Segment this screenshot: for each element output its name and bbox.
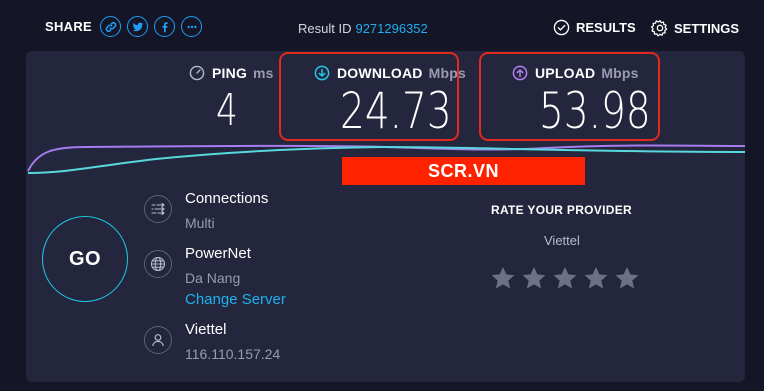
connections-mode[interactable]: Multi [185, 214, 268, 232]
twitter-icon[interactable] [127, 16, 149, 37]
server-name: PowerNet [185, 245, 251, 262]
download-highlight-box [279, 52, 459, 141]
ping-metric: PING ms 4 [189, 65, 274, 133]
isp-ip-address: 116.110.157.24 [185, 346, 281, 362]
link-icon[interactable] [100, 16, 122, 37]
upload-highlight-box [479, 52, 660, 141]
result-id-link[interactable]: 9271296352 [355, 21, 427, 36]
share-bar: SHARE [45, 16, 208, 37]
server-row: PowerNet Da Nang Change Server [144, 245, 286, 309]
ping-gauge-icon [189, 65, 205, 81]
ping-value: 4 [216, 85, 238, 136]
result-id-label: Result ID [298, 21, 352, 36]
settings-button[interactable]: SETTINGS [651, 19, 739, 37]
star-icon[interactable] [490, 265, 516, 291]
watermark-banner: SCR.VN [342, 157, 585, 185]
more-icon[interactable] [181, 16, 203, 37]
isp-name: Viettel [185, 321, 227, 338]
gear-icon [651, 19, 668, 37]
connections-row: Connections Multi [144, 190, 268, 232]
rate-provider-title: RATE YOUR PROVIDER [491, 203, 632, 217]
check-circle-icon [553, 19, 570, 36]
go-button[interactable]: GO [42, 216, 128, 302]
isp-row: Viettel 116.110.157.24 [144, 321, 280, 363]
ping-label: PING [212, 65, 248, 81]
server-location: Da Nang [185, 270, 241, 286]
facebook-icon[interactable] [154, 16, 176, 37]
user-icon [144, 326, 172, 354]
results-label: RESULTS [576, 20, 636, 35]
share-label: SHARE [45, 19, 93, 34]
rate-provider-name: Viettel [544, 233, 580, 248]
star-icon[interactable] [614, 265, 640, 291]
change-server-link[interactable]: Change Server [185, 291, 286, 309]
go-label: GO [68, 247, 102, 270]
star-rating [490, 265, 645, 291]
results-panel: PING ms 4 DOWNLOAD Mbps 24.73 UPLOAD Mbp… [26, 51, 745, 382]
connections-icon [144, 195, 172, 223]
ping-unit: ms [253, 65, 274, 81]
results-button[interactable]: RESULTS [553, 19, 636, 36]
connections-title: Connections [185, 190, 269, 207]
result-id: Result ID 9271296352 [298, 21, 428, 36]
star-icon[interactable] [521, 265, 547, 291]
settings-label: SETTINGS [674, 20, 740, 36]
top-bar: SHARE Result ID 9271296352 RESULTS SETTIN… [0, 0, 764, 50]
star-icon[interactable] [552, 265, 578, 291]
globe-icon [144, 250, 172, 278]
star-icon[interactable] [583, 265, 609, 291]
